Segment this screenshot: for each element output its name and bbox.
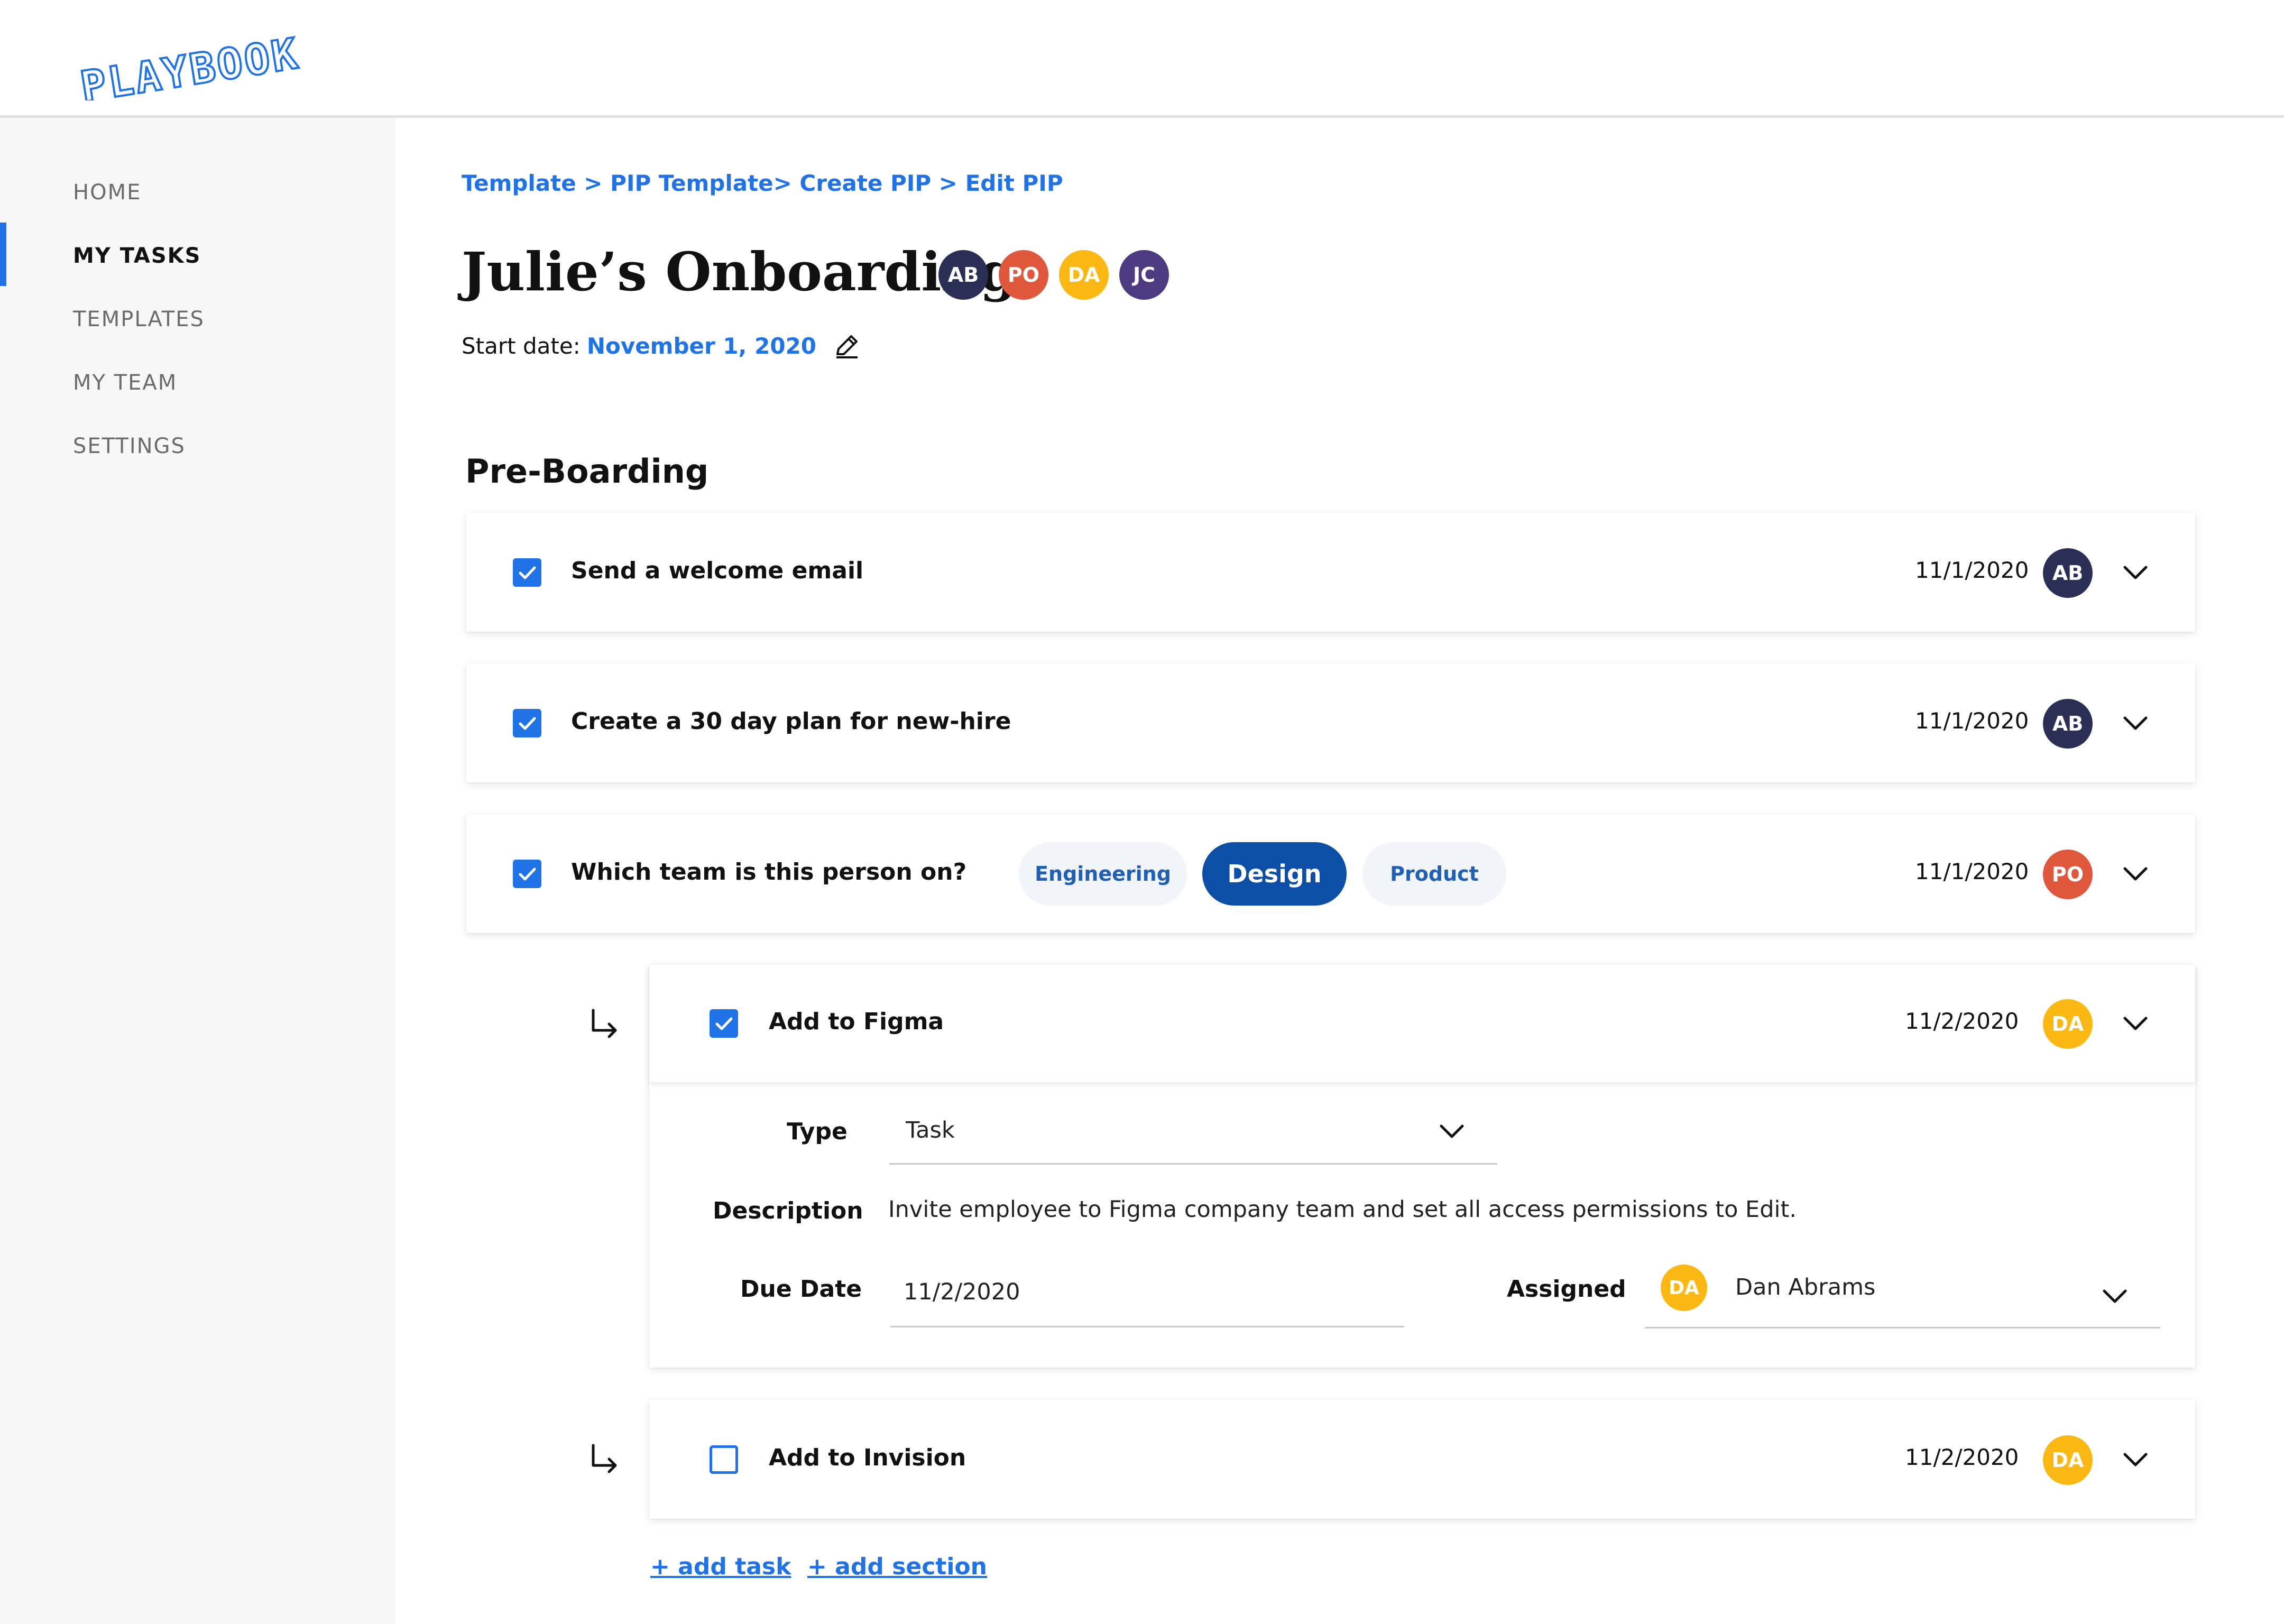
assignee-avatar[interactable]: DA xyxy=(2043,999,2093,1049)
task-date: 11/1/2020 xyxy=(1915,859,2029,884)
sidebar-item-templates[interactable]: TEMPLATES xyxy=(73,307,205,331)
assignee-avatar[interactable]: PO xyxy=(2043,850,2093,899)
start-date-value[interactable]: November 1, 2020 xyxy=(587,333,816,359)
task-date: 11/2/2020 xyxy=(1905,1444,2019,1470)
sidebar-item-my-tasks[interactable]: MY TASKS xyxy=(73,244,201,268)
task-title[interactable]: Which team is this person on? xyxy=(571,859,966,885)
description-value[interactable]: Invite employee to Figma company team an… xyxy=(888,1196,1797,1223)
task-date: 11/1/2020 xyxy=(1915,557,2029,583)
subtask-header[interactable]: Add to Figma 11/2/2020 DA xyxy=(649,965,2195,1082)
start-date-row: Start date: November 1, 2020 xyxy=(462,332,861,359)
subtask-card-figma: Add to Figma 11/2/2020 DA Type Task Desc… xyxy=(649,965,2195,1368)
add-task-link[interactable]: + add task xyxy=(650,1553,791,1580)
assigned-avatar[interactable]: DA xyxy=(1661,1265,1707,1311)
chevron-down-icon[interactable] xyxy=(2099,1280,2131,1312)
avatar-ab[interactable]: AB xyxy=(938,250,988,300)
checkmark-icon xyxy=(519,717,536,730)
assigned-name[interactable]: Dan Abrams xyxy=(1735,1274,1875,1300)
sidebar-item-my-team[interactable]: MY TEAM xyxy=(73,371,177,395)
chevron-down-icon[interactable] xyxy=(2120,707,2151,739)
subtask-arrow-icon xyxy=(592,1444,617,1473)
assigned-label: Assigned xyxy=(1507,1276,1626,1303)
chevron-down-icon[interactable] xyxy=(1436,1115,1468,1147)
checkmark-icon xyxy=(715,1017,733,1030)
chevron-down-icon[interactable] xyxy=(2120,1008,2151,1039)
chevron-down-icon[interactable] xyxy=(2120,557,2151,588)
task-title[interactable]: Add to Invision xyxy=(769,1444,966,1471)
task-card-30-day-plan[interactable]: Create a 30 day plan for new-hire 11/1/2… xyxy=(466,663,2195,782)
task-title[interactable]: Create a 30 day plan for new-hire xyxy=(571,708,1011,735)
assigned-select-underline xyxy=(1645,1327,2160,1328)
option-pill-design-selected[interactable]: Design xyxy=(1202,842,1347,906)
due-date-input[interactable]: 11/2/2020 xyxy=(904,1279,1020,1305)
checkmark-icon xyxy=(519,868,536,881)
task-checkbox[interactable] xyxy=(710,1009,738,1038)
type-select-underline xyxy=(889,1163,1497,1165)
option-pill-product[interactable]: Product xyxy=(1362,842,1506,906)
assignee-avatar[interactable]: AB xyxy=(2043,699,2093,749)
task-date: 11/1/2020 xyxy=(1915,708,2029,734)
add-section-link[interactable]: + add section xyxy=(807,1553,987,1580)
task-title[interactable]: Send a welcome email xyxy=(571,557,863,584)
pencil-icon[interactable] xyxy=(833,332,861,359)
type-label: Type xyxy=(787,1118,848,1145)
top-header: PLAYBOOK xyxy=(0,0,2284,118)
option-pill-engineering[interactable]: Engineering xyxy=(1019,842,1187,906)
sidebar-item-settings[interactable]: SETTINGS xyxy=(73,434,186,458)
task-checkbox[interactable] xyxy=(513,558,541,587)
sidebar-item-home[interactable]: HOME xyxy=(73,180,141,205)
task-title[interactable]: Add to Figma xyxy=(769,1008,944,1035)
avatar-da[interactable]: DA xyxy=(1059,250,1109,300)
task-card-team-question[interactable]: Which team is this person on? Engineerin… xyxy=(466,814,2195,933)
assignee-avatar[interactable]: DA xyxy=(2043,1435,2093,1485)
due-date-underline xyxy=(890,1326,1404,1327)
active-nav-indicator xyxy=(0,223,6,286)
task-checkbox[interactable] xyxy=(513,709,541,737)
svg-text:PLAYBOOK: PLAYBOOK xyxy=(77,29,303,100)
page-title: Julie’s Onboarding xyxy=(462,241,1017,303)
task-checkbox[interactable] xyxy=(710,1445,738,1474)
task-checkbox[interactable] xyxy=(513,860,541,888)
subtask-arrow-icon xyxy=(592,1009,617,1038)
due-date-label: Due Date xyxy=(740,1276,862,1303)
chevron-down-icon[interactable] xyxy=(2120,1444,2151,1475)
start-date-label: Start date: xyxy=(462,333,581,359)
type-select-value[interactable]: Task xyxy=(906,1117,955,1143)
avatar-po[interactable]: PO xyxy=(999,250,1048,300)
chevron-down-icon[interactable] xyxy=(2120,858,2151,890)
checkmark-icon xyxy=(519,566,536,579)
sidebar: HOME MY TASKS TEMPLATES MY TEAM SETTINGS xyxy=(0,118,395,1624)
playbook-logo[interactable]: PLAYBOOK xyxy=(73,21,321,100)
subtask-card-invision[interactable]: Add to Invision 11/2/2020 DA xyxy=(649,1400,2195,1519)
assignee-avatar[interactable]: AB xyxy=(2043,548,2093,598)
avatar-jc[interactable]: JC xyxy=(1119,250,1169,300)
task-date: 11/2/2020 xyxy=(1905,1008,2019,1034)
task-card-welcome-email[interactable]: Send a welcome email 11/1/2020 AB xyxy=(466,513,2195,632)
description-label: Description xyxy=(713,1197,863,1224)
section-title: Pre-Boarding xyxy=(465,452,709,491)
breadcrumb[interactable]: Template > PIP Template> Create PIP > Ed… xyxy=(462,170,1063,196)
